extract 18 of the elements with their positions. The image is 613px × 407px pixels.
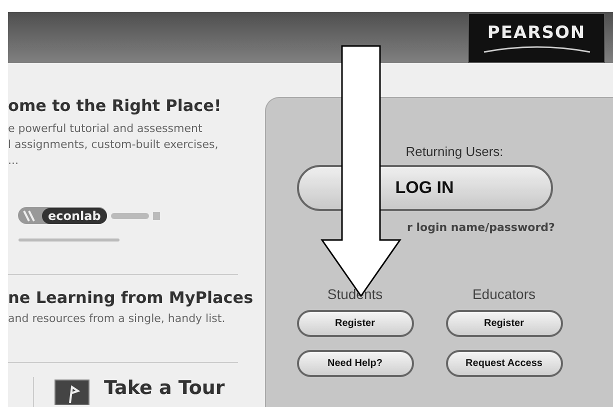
panel-button[interactable]: Register: [296, 310, 414, 337]
intro-text: e powerful tutorial and assessment: [8, 121, 204, 137]
group-title: Educators: [472, 286, 536, 302]
tour-link[interactable]: Take a Tour: [104, 377, 225, 399]
panel-button[interactable]: Need Help?: [296, 350, 414, 377]
tour-icon[interactable]: [54, 379, 90, 405]
section-heading: ome to the Right Place!: [8, 96, 222, 115]
section-text: and resources from a single, handy list.: [8, 311, 226, 327]
panel-button[interactable]: Register: [446, 310, 562, 337]
intro-text: l assignments, custom-built exercises,: [8, 137, 220, 153]
faded-logo-icon: [110, 210, 161, 220]
intro-text: ...: [8, 153, 20, 169]
econlab-logo[interactable]: econlab: [18, 207, 107, 224]
returning-users-label: Returning Users:: [404, 144, 504, 159]
pearson-logo: PEARSON: [468, 13, 605, 63]
forgot-password-link[interactable]: r login name/password?: [407, 221, 555, 234]
section-heading: ne Learning from MyPlaces: [8, 288, 254, 307]
panel-button[interactable]: Request Access: [446, 350, 562, 377]
